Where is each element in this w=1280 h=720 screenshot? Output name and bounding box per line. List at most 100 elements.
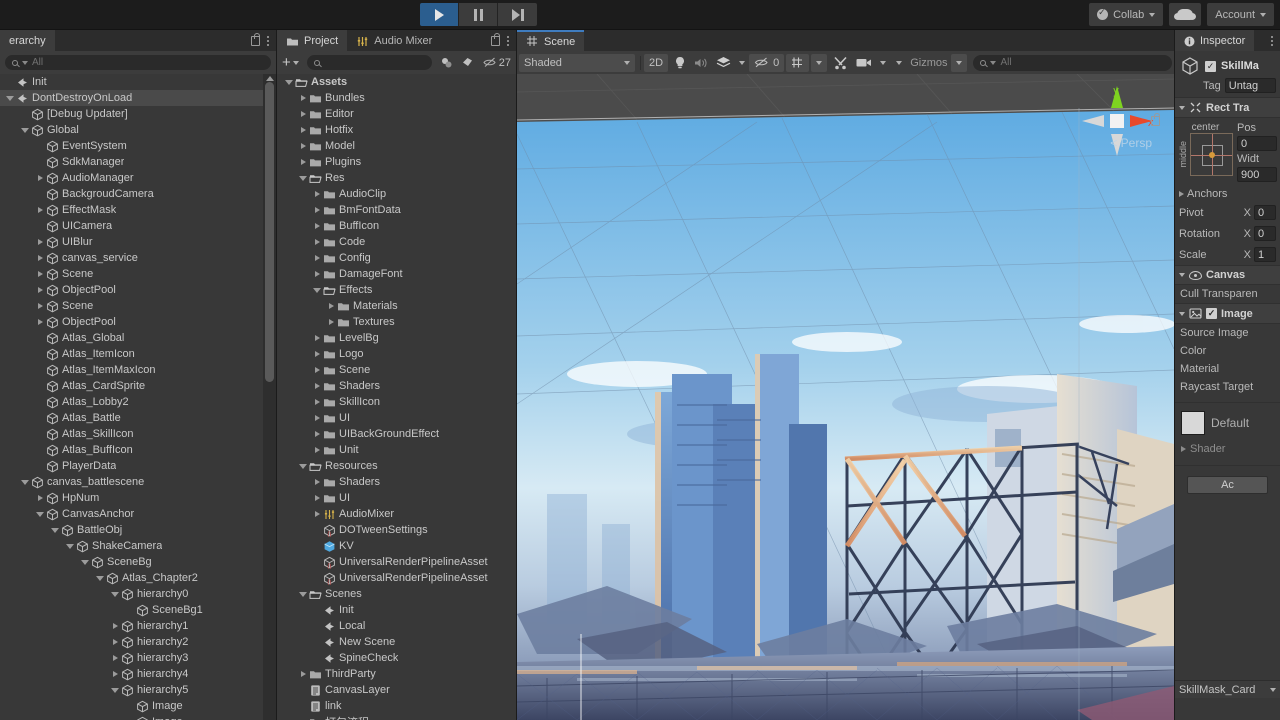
disclosure-closed-icon[interactable] <box>311 351 323 357</box>
tag-dropdown[interactable]: Untag <box>1225 78 1276 93</box>
disclosure-closed-icon[interactable] <box>34 175 46 181</box>
tree-row[interactable]: KV <box>277 538 516 554</box>
tree-row[interactable]: Global <box>0 122 276 138</box>
tree-row[interactable]: PlayerData <box>0 458 276 474</box>
tree-row[interactable]: Hotfix <box>277 122 516 138</box>
perspective-label[interactable]: < Persp <box>1110 136 1152 150</box>
object-name[interactable]: SkillMa <box>1221 60 1259 72</box>
tree-row[interactable]: DamageFont <box>277 266 516 282</box>
disclosure-closed-icon[interactable] <box>311 367 323 373</box>
disclosure-closed-icon[interactable] <box>34 255 46 261</box>
disclosure-closed-icon[interactable] <box>311 207 323 213</box>
tree-row[interactable]: AudioMixer <box>277 506 516 522</box>
inspector-menu-icon[interactable] <box>1271 36 1273 46</box>
tree-row[interactable]: Res <box>277 170 516 186</box>
canvas-section-header[interactable]: Canvas <box>1175 265 1280 285</box>
tree-row[interactable]: Atlas_BuffIcon <box>0 442 276 458</box>
anchor-preset-widget[interactable] <box>1190 133 1233 176</box>
tree-row[interactable]: canvas_service <box>0 250 276 266</box>
lock-icon[interactable] <box>491 36 500 46</box>
disclosure-closed-icon[interactable] <box>311 495 323 501</box>
fx-dropdown[interactable] <box>735 54 749 72</box>
tab-scene[interactable]: Scene <box>517 30 584 51</box>
gizmos-dropdown-arrow[interactable] <box>892 54 906 72</box>
tree-row[interactable]: Atlas_ItemIcon <box>0 346 276 362</box>
tab-audio-mixer[interactable]: Audio Mixer <box>347 30 441 51</box>
account-button[interactable]: Account <box>1207 3 1274 26</box>
tree-row[interactable]: UICamera <box>0 218 276 234</box>
disclosure-open-icon[interactable] <box>19 128 31 133</box>
disclosure-open-icon[interactable] <box>19 480 31 485</box>
tree-row[interactable]: canvas_battlescene <box>0 474 276 490</box>
rotation-x-field[interactable]: 0 <box>1254 226 1276 241</box>
scene-camera-dropdown[interactable] <box>876 54 890 72</box>
material-preview-swatch[interactable] <box>1181 411 1205 435</box>
tree-row[interactable]: Editor <box>277 106 516 122</box>
step-button[interactable] <box>498 3 537 26</box>
tree-row[interactable]: Scenes <box>277 586 516 602</box>
search-by-label-icon[interactable] <box>461 56 474 69</box>
tree-row[interactable]: BmFontData <box>277 202 516 218</box>
tree-row[interactable]: Bundles <box>277 90 516 106</box>
disclosure-closed-icon[interactable] <box>311 383 323 389</box>
tree-row[interactable]: BattleObj <box>0 522 276 538</box>
tree-row[interactable]: Scene <box>0 266 276 282</box>
rect-transform-section-header[interactable]: Rect Tra <box>1175 97 1280 118</box>
tree-row[interactable]: SceneBg <box>0 554 276 570</box>
disclosure-closed-icon[interactable] <box>297 143 309 149</box>
tab-project[interactable]: Project <box>277 30 347 51</box>
disclosure-open-icon[interactable] <box>79 560 91 565</box>
tree-row[interactable]: CanvasLayer <box>277 682 516 698</box>
grid-dropdown[interactable] <box>811 54 827 72</box>
image-enabled-checkbox[interactable]: ✓ <box>1206 308 1217 319</box>
scene-gizmo-lock-icon[interactable] <box>1151 116 1160 126</box>
play-button[interactable] <box>420 3 459 26</box>
tree-row[interactable]: Image <box>0 698 276 714</box>
disclosure-closed-icon[interactable] <box>34 495 46 501</box>
tree-row[interactable]: CanvasAnchor <box>0 506 276 522</box>
disclosure-closed-icon[interactable] <box>311 415 323 421</box>
disclosure-closed-icon[interactable] <box>34 319 46 325</box>
scene-tools-button[interactable] <box>829 54 852 72</box>
tree-row[interactable]: Init <box>0 74 276 90</box>
tree-row[interactable]: UIBlur <box>0 234 276 250</box>
hierarchy-scrollbar[interactable] <box>263 74 276 720</box>
shading-mode-dropdown[interactable]: Shaded <box>519 54 635 72</box>
tree-row[interactable]: Effects <box>277 282 516 298</box>
tree-row[interactable]: ShakeCamera <box>0 538 276 554</box>
disclosure-closed-icon[interactable] <box>297 159 309 165</box>
tree-row[interactable]: Atlas_ItemMaxIcon <box>0 362 276 378</box>
cloud-button[interactable] <box>1169 3 1201 26</box>
tree-row[interactable]: Atlas_Global <box>0 330 276 346</box>
disclosure-closed-icon[interactable] <box>109 655 121 661</box>
tree-row[interactable]: Logo <box>277 346 516 362</box>
tree-row[interactable]: Atlas_SkillIcon <box>0 426 276 442</box>
project-search-input[interactable] <box>307 55 432 70</box>
disclosure-closed-icon[interactable] <box>311 479 323 485</box>
tree-row[interactable]: hierarchy3 <box>0 650 276 666</box>
create-asset-button[interactable]: + <box>282 57 303 69</box>
tree-row[interactable]: Materials <box>277 298 516 314</box>
tree-row[interactable]: LevelBg <box>277 330 516 346</box>
disclosure-closed-icon[interactable] <box>311 335 323 341</box>
disclosure-closed-icon[interactable] <box>34 287 46 293</box>
disclosure-closed-icon[interactable] <box>311 447 323 453</box>
disclosure-closed-icon[interactable] <box>311 239 323 245</box>
pivot-x-field[interactable]: 0 <box>1254 205 1276 220</box>
disclosure-open-icon[interactable] <box>297 592 309 597</box>
disclosure-closed-icon[interactable] <box>311 511 323 517</box>
hierarchy-menu-icon[interactable] <box>267 36 269 46</box>
tree-row[interactable]: {}UniversalRenderPipelineAsset <box>277 570 516 586</box>
tree-row[interactable]: Textures <box>277 314 516 330</box>
scene-camera-button[interactable] <box>852 54 876 72</box>
tree-row[interactable]: DontDestroyOnLoad <box>0 90 276 106</box>
fx-toggle[interactable] <box>712 54 735 72</box>
tree-row[interactable]: link <box>277 698 516 714</box>
lock-icon[interactable] <box>251 36 260 46</box>
tree-row[interactable]: AudioClip <box>277 186 516 202</box>
disclosure-closed-icon[interactable] <box>34 239 46 245</box>
2d-toggle[interactable]: 2D <box>644 54 668 72</box>
tree-row[interactable]: {}UniversalRenderPipelineAsset <box>277 554 516 570</box>
disclosure-closed-icon[interactable] <box>297 671 309 677</box>
disclosure-open-icon[interactable] <box>109 688 121 693</box>
